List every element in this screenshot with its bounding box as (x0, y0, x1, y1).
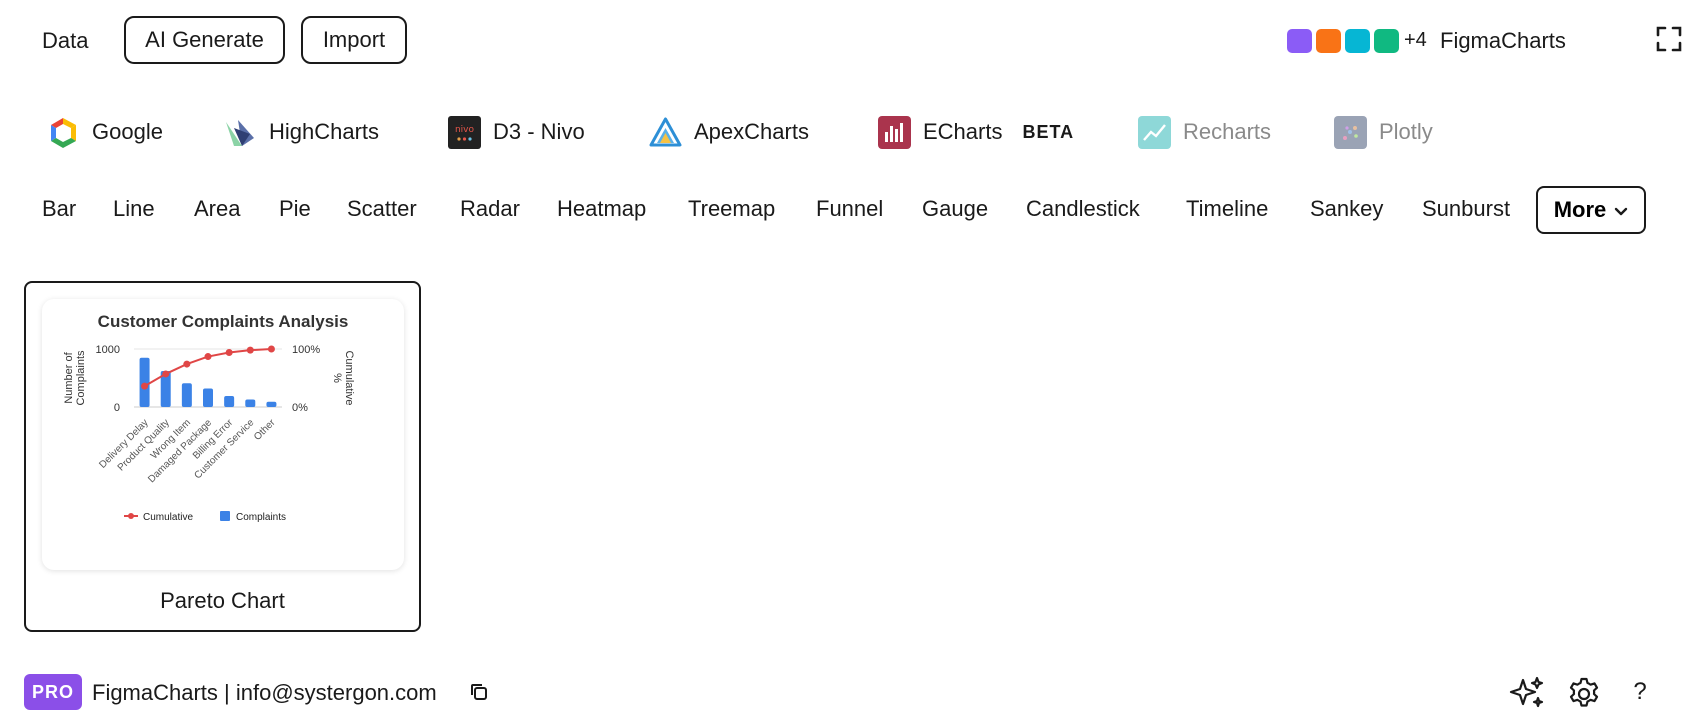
template-card-label: Pareto Chart (160, 588, 285, 613)
gear-icon[interactable] (1566, 674, 1602, 710)
cumulative-point-7 (267, 345, 275, 353)
type-area[interactable]: Area (194, 196, 240, 222)
help-icon[interactable]: ? (1622, 674, 1658, 710)
library-apexcharts-label: ApexCharts (694, 119, 809, 144)
swatch-orange[interactable] (1316, 29, 1341, 53)
plotly-logo-icon (1334, 115, 1367, 149)
library-d3-nivo[interactable]: nivo D3 - Nivo (448, 112, 585, 152)
y2-axis-label: Cumulative% (331, 350, 355, 405)
swatch-purple[interactable] (1287, 29, 1312, 53)
library-highcharts-label: HighCharts (269, 119, 380, 144)
nivo-logo-icon: nivo (448, 115, 481, 149)
brand-name: FigmaCharts (1440, 28, 1566, 53)
more-button[interactable]: More (1536, 186, 1646, 234)
swatch-green[interactable] (1374, 29, 1399, 53)
cumulative-point-3 (183, 360, 191, 368)
library-plotly-label: Plotly (1379, 119, 1433, 144)
type-sankey[interactable]: Sankey (1310, 196, 1383, 222)
bar-damaged-package (203, 388, 213, 407)
cumulative-point-4 (204, 353, 212, 361)
chart-title: Customer Complaints Analysis (98, 312, 349, 331)
library-echarts-label: ECharts (923, 119, 1003, 144)
cumulative-point-1 (141, 382, 149, 390)
bar-wrong-item (181, 383, 192, 407)
y2-tick-label: 100% (292, 344, 320, 356)
x-tick-label: Other (252, 417, 278, 443)
type-radar[interactable]: Radar (460, 196, 520, 222)
legend-cumulative-label: Cumulative (143, 512, 193, 523)
google-logo-icon (47, 116, 80, 149)
type-line[interactable]: Line (113, 196, 155, 222)
bar-delivery-delay (139, 357, 150, 407)
type-scatter[interactable]: Scatter (347, 196, 417, 222)
library-apexcharts[interactable]: ApexCharts (649, 112, 809, 152)
cumulative-point-6 (246, 346, 254, 354)
type-pie[interactable]: Pie (279, 196, 311, 222)
sparkle-icon[interactable] (1509, 674, 1545, 710)
y2-tick-label: 0% (292, 402, 308, 414)
library-tabs: Google HighCharts nivo D3 - Nivo ApexCha… (0, 112, 1700, 156)
type-funnel[interactable]: Funnel (816, 196, 883, 222)
pro-badge[interactable]: PRO (24, 674, 82, 710)
echarts-logo-icon (878, 115, 911, 149)
bar-customer-service (245, 399, 256, 407)
library-plotly[interactable]: Plotly (1334, 112, 1433, 152)
type-bar[interactable]: Bar (42, 196, 76, 222)
data-tab[interactable]: Data (42, 28, 88, 54)
type-treemap[interactable]: Treemap (688, 196, 775, 222)
top-bar: Data AI Generate Import +4 FigmaCharts (0, 0, 1700, 82)
type-gauge[interactable]: Gauge (922, 196, 988, 222)
recharts-logo-icon (1138, 115, 1171, 149)
library-highcharts[interactable]: HighCharts (224, 112, 379, 152)
cumulative-point-5 (225, 348, 233, 356)
type-sunburst[interactable]: Sunburst (1422, 196, 1510, 222)
palette-swatches[interactable] (1287, 29, 1399, 53)
apexcharts-logo-icon (649, 116, 682, 149)
legend-cumulative-marker (128, 513, 134, 519)
expand-icon[interactable] (1656, 26, 1682, 52)
bar-other (266, 401, 277, 407)
library-google-label: Google (92, 119, 163, 144)
library-google[interactable]: Google (47, 112, 163, 152)
highcharts-logo-icon (224, 116, 257, 149)
chevron-down-icon (1614, 197, 1628, 223)
y-tick-label: 1000 (96, 344, 120, 356)
y-axis-label: Number ofComplaints (63, 350, 87, 406)
y-tick-label: 0 (114, 402, 120, 414)
more-swatches-count[interactable]: +4 (1404, 29, 1427, 52)
library-echarts[interactable]: ECharts BETA (878, 112, 1074, 152)
library-recharts-label: Recharts (1183, 119, 1272, 144)
footer-contact: FigmaCharts | info@systergon.com (92, 680, 437, 705)
library-recharts[interactable]: Recharts (1138, 112, 1271, 152)
type-candlestick[interactable]: Candlestick (1026, 196, 1140, 222)
bar-billing-error (224, 395, 235, 407)
template-card-pareto[interactable]: Customer Complaints Analysis 1000 0 100% 0%… (24, 281, 421, 632)
pareto-chart: Customer Complaints Analysis 1000 0 100% 0%… (63, 312, 355, 523)
footer: PRO FigmaCharts | info@systergon.com ? (0, 670, 1700, 714)
swatch-cyan[interactable] (1345, 29, 1370, 53)
svg-text:nivo: nivo (455, 125, 475, 135)
type-timeline[interactable]: Timeline (1186, 196, 1268, 222)
ai-generate-button[interactable]: AI Generate (124, 16, 285, 64)
copy-icon[interactable] (469, 682, 489, 702)
chart-type-tabs: Bar Line Area Pie Scatter Radar Heatmap … (0, 186, 1700, 234)
beta-badge: BETA (1022, 121, 1075, 142)
type-heatmap[interactable]: Heatmap (557, 196, 646, 222)
more-label: More (1553, 197, 1607, 222)
legend-complaints-swatch (220, 511, 230, 521)
import-button[interactable]: Import (301, 16, 407, 64)
help-label: ? (1633, 678, 1647, 705)
chart-preview: Customer Complaints Analysis 1000 0 100% 0%… (42, 299, 404, 570)
legend-complaints-label: Complaints (236, 512, 286, 523)
cumulative-point-2 (162, 370, 170, 378)
library-d3-nivo-label: D3 - Nivo (493, 119, 585, 144)
